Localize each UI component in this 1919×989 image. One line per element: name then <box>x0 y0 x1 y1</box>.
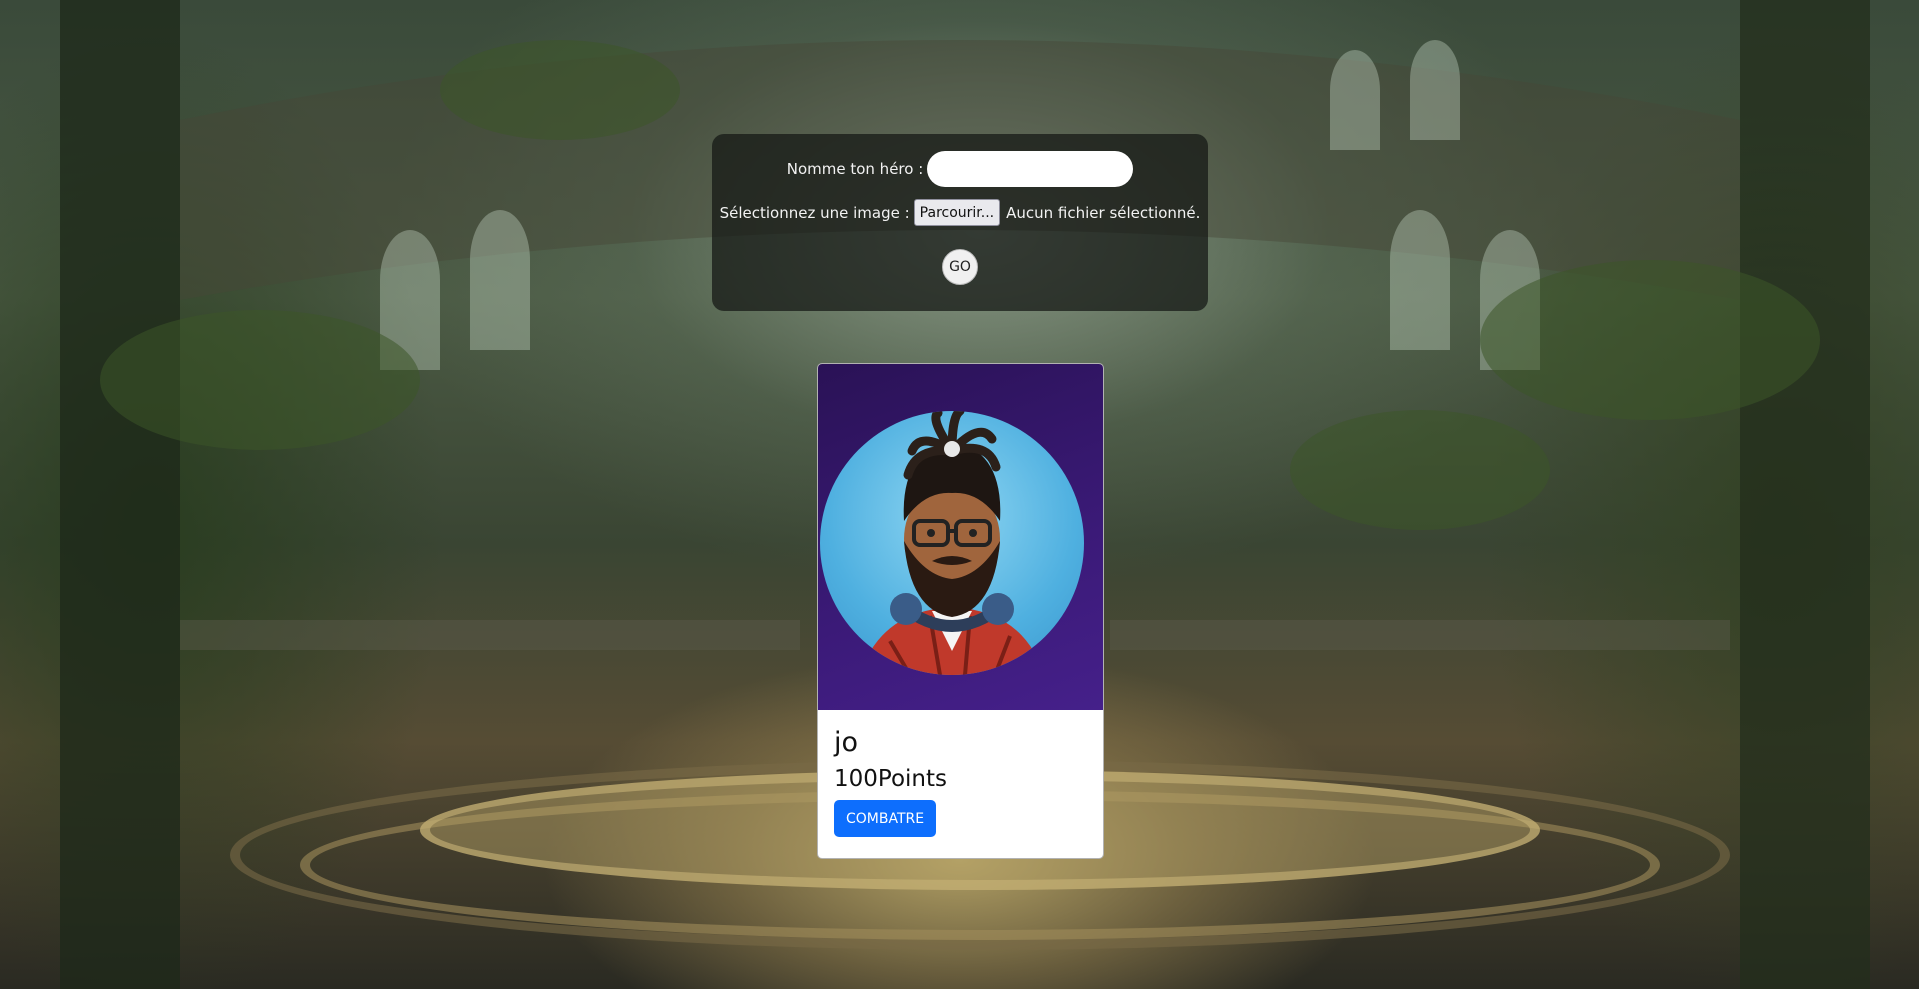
bearded-man-headphones-avatar-icon <box>820 411 1084 675</box>
combat-button[interactable]: COMBATRE <box>834 800 937 837</box>
hero-image-label: Sélectionnez une image : <box>719 203 910 222</box>
hero-image-panel <box>818 364 1103 710</box>
hero-points: 100Points <box>834 766 947 792</box>
hero-name: jo <box>834 727 859 758</box>
hero-name-row: Nomme ton héro : <box>712 151 1208 187</box>
hero-name-input[interactable] <box>927 151 1134 187</box>
hero-image-row: Sélectionnez une image : Parcourir... Au… <box>712 199 1208 226</box>
hero-card: jo 100Points COMBATRE <box>817 363 1104 859</box>
hero-name-label: Nomme ton héro : <box>786 160 924 178</box>
submit-row: GO <box>712 249 1208 285</box>
file-status-text: Aucun fichier sélectionné. <box>1006 203 1201 222</box>
hero-card-body: jo 100Points COMBATRE <box>818 727 1103 837</box>
browse-button[interactable]: Parcourir... <box>913 199 1001 226</box>
hero-form: Nomme ton héro : Sélectionnez une image … <box>712 134 1208 311</box>
go-button[interactable]: GO <box>942 249 978 285</box>
